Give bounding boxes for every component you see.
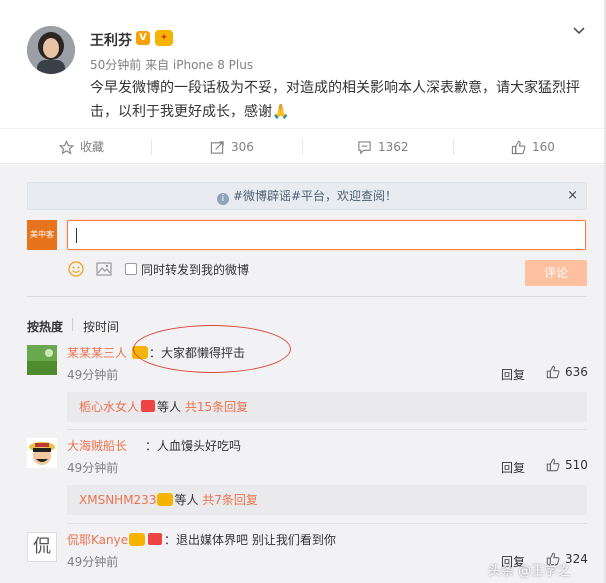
sort-by-time-tab[interactable]: 按时间 [83,318,119,335]
close-icon[interactable]: × [567,183,578,209]
notice-text[interactable]: #微博辟谣#平台，欢迎查阅！ [233,189,397,203]
like-count: 160 [532,140,555,154]
sub-reply-count[interactable]: 共15条回复 [185,400,248,414]
submit-comment-button[interactable]: 评论 [525,260,587,286]
repost-count: 306 [231,140,254,154]
verified-icon: V [136,31,150,45]
commenter-name[interactable]: 侃耶Kanye [67,531,128,548]
reply-button[interactable]: 回复 [501,366,525,383]
composer-divider [27,296,587,297]
red-badge-icon [141,400,156,412]
repost-icon [210,140,224,154]
like-button[interactable]: 160 [511,129,555,165]
comment-like-count: 636 [565,365,588,379]
post-time-source: 50分钟前 来自 iPhone 8 Plus [90,58,254,72]
sub-reply-user[interactable]: 栀心水女人 [79,400,139,414]
comment-text: ：人血馒头好吃吗 [145,439,242,453]
sub-reply-summary[interactable]: XMSNHM233 等人 共7条回复 [67,485,587,515]
text-caret [76,228,77,243]
comment-count: 1362 [378,140,409,154]
sort-by-hot-tab[interactable]: 按热度 [27,318,63,335]
favorite-button[interactable]: 收藏 [59,129,104,165]
commenter-avatar[interactable] [27,345,57,375]
emoji-icon[interactable] [68,261,84,277]
author-name[interactable]: 王利芬 [90,30,132,50]
commenter-name[interactable]: 某某某三人 [67,344,127,361]
comment-text: ：退出媒体界吧 别让我们看到你 [128,531,336,548]
author-avatar[interactable] [27,26,75,74]
sub-reply-user[interactable]: XMSNHM233 [79,493,156,507]
sort-divider [72,318,73,331]
comment-input[interactable] [67,220,586,250]
comment-time: 49分钟前 [67,461,119,475]
repost-button[interactable]: 306 [210,129,254,165]
reply-button[interactable]: 回复 [501,459,525,476]
favorite-label: 收藏 [80,140,105,154]
weibo-post-card: 王利芬 V ✦ 50分钟前 来自 iPhone 8 Plus 今早发微博的一段话… [0,0,606,583]
info-icon: i [216,193,229,205]
action-divider [453,139,454,155]
comment-divider [67,523,587,524]
comment-divider [67,429,587,430]
comment-like-button[interactable]: 636 [546,365,588,379]
member-badge-icon: ✦ [155,30,173,46]
sub-reply-summary[interactable]: 栀心水女人 等人 共15条回复 [67,392,587,422]
rumor-notice-bar[interactable]: i #微博辟谣#平台，欢迎查阅！ × [27,182,587,210]
red-badge-icon [148,533,162,545]
post-content: 今早发微博的一段话极为不妥，对造成的相关影响本人深表歉意，请大家猛烈抨击，以利于… [90,80,580,120]
watermark: 头条 @王学之 [488,564,571,579]
commenter-name[interactable]: 大海贼船长 [67,437,127,454]
commenter-avatar[interactable]: 侃 [27,532,57,562]
comment-like-count: 510 [565,458,588,472]
repost-checkbox[interactable] [125,263,137,275]
action-divider [302,139,303,155]
thumbs-up-icon [546,365,560,379]
member-badge-icon [129,533,145,546]
comment-button[interactable]: 1362 [357,129,409,165]
comment-time: 49分钟前 [67,368,119,382]
comment-icon [358,140,371,154]
member-badge-icon [157,493,174,506]
star-icon [59,139,74,154]
current-user-avatar: 美中客 [27,220,57,250]
thumbs-up-icon [511,140,526,154]
highlight-annotation [133,325,291,373]
thumbs-up-icon [546,458,560,472]
commenter-avatar[interactable] [27,438,57,468]
comment-time: 49分钟前 [67,555,119,569]
sub-reply-count[interactable]: 共7条回复 [202,493,258,507]
image-icon[interactable] [96,261,112,277]
action-divider [151,139,152,155]
repost-checkbox-label[interactable]: 同时转发到我的微博 [141,261,249,278]
chevron-down-icon[interactable] [572,24,586,38]
post-action-bar: 收藏 306 1362 160 [0,128,604,164]
comment-like-button[interactable]: 510 [546,458,588,472]
comment-panel: i #微博辟谣#平台，欢迎查阅！ × 美中客 同时转发到我的微博 评论 按热度 按… [0,165,604,583]
